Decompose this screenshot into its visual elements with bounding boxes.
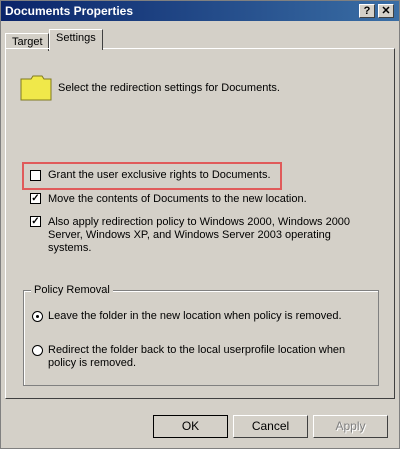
properties-dialog: Documents Properties ? ✕ Target Settings… — [0, 0, 400, 449]
apply-policy-label-line2: Server, Windows XP, and Windows Server 2… — [48, 229, 331, 241]
exclusive-rights-label: Grant the user exclusive rights to Docum… — [48, 169, 271, 181]
redirect-back-radio[interactable] — [32, 345, 43, 356]
move-contents-label: Move the contents of Documents to the ne… — [48, 193, 307, 205]
cancel-button[interactable]: Cancel — [233, 415, 308, 438]
help-button[interactable]: ? — [359, 4, 375, 18]
tab-settings[interactable]: Settings — [49, 29, 103, 50]
move-contents-checkbox[interactable]: ✓ — [30, 193, 41, 204]
apply-button[interactable]: Apply — [313, 415, 388, 438]
folder-icon — [20, 75, 52, 101]
exclusive-rights-checkbox[interactable] — [30, 170, 41, 181]
close-button[interactable]: ✕ — [378, 4, 394, 18]
window-title: Documents Properties — [5, 4, 134, 18]
apply-policy-label-line1: Also apply redirection policy to Windows… — [48, 216, 351, 228]
redirect-back-label-line1: Redirect the folder back to the local us… — [48, 344, 346, 356]
policy-removal-group — [23, 290, 379, 386]
title-bar[interactable]: Documents Properties ? ✕ — [1, 1, 399, 21]
leave-folder-label: Leave the folder in the new location whe… — [48, 310, 342, 322]
policy-removal-title: Policy Removal — [31, 284, 113, 296]
settings-panel: Select the redirection settings for Docu… — [5, 48, 395, 399]
apply-policy-label-line3: systems. — [48, 242, 92, 254]
redirect-back-label-line2: policy is removed. — [48, 357, 137, 369]
ok-button[interactable]: OK — [153, 415, 228, 438]
apply-policy-checkbox[interactable]: ✓ — [30, 216, 41, 227]
radio-dot — [36, 315, 39, 318]
intro-text: Select the redirection settings for Docu… — [58, 82, 280, 94]
leave-folder-radio[interactable] — [32, 311, 43, 322]
